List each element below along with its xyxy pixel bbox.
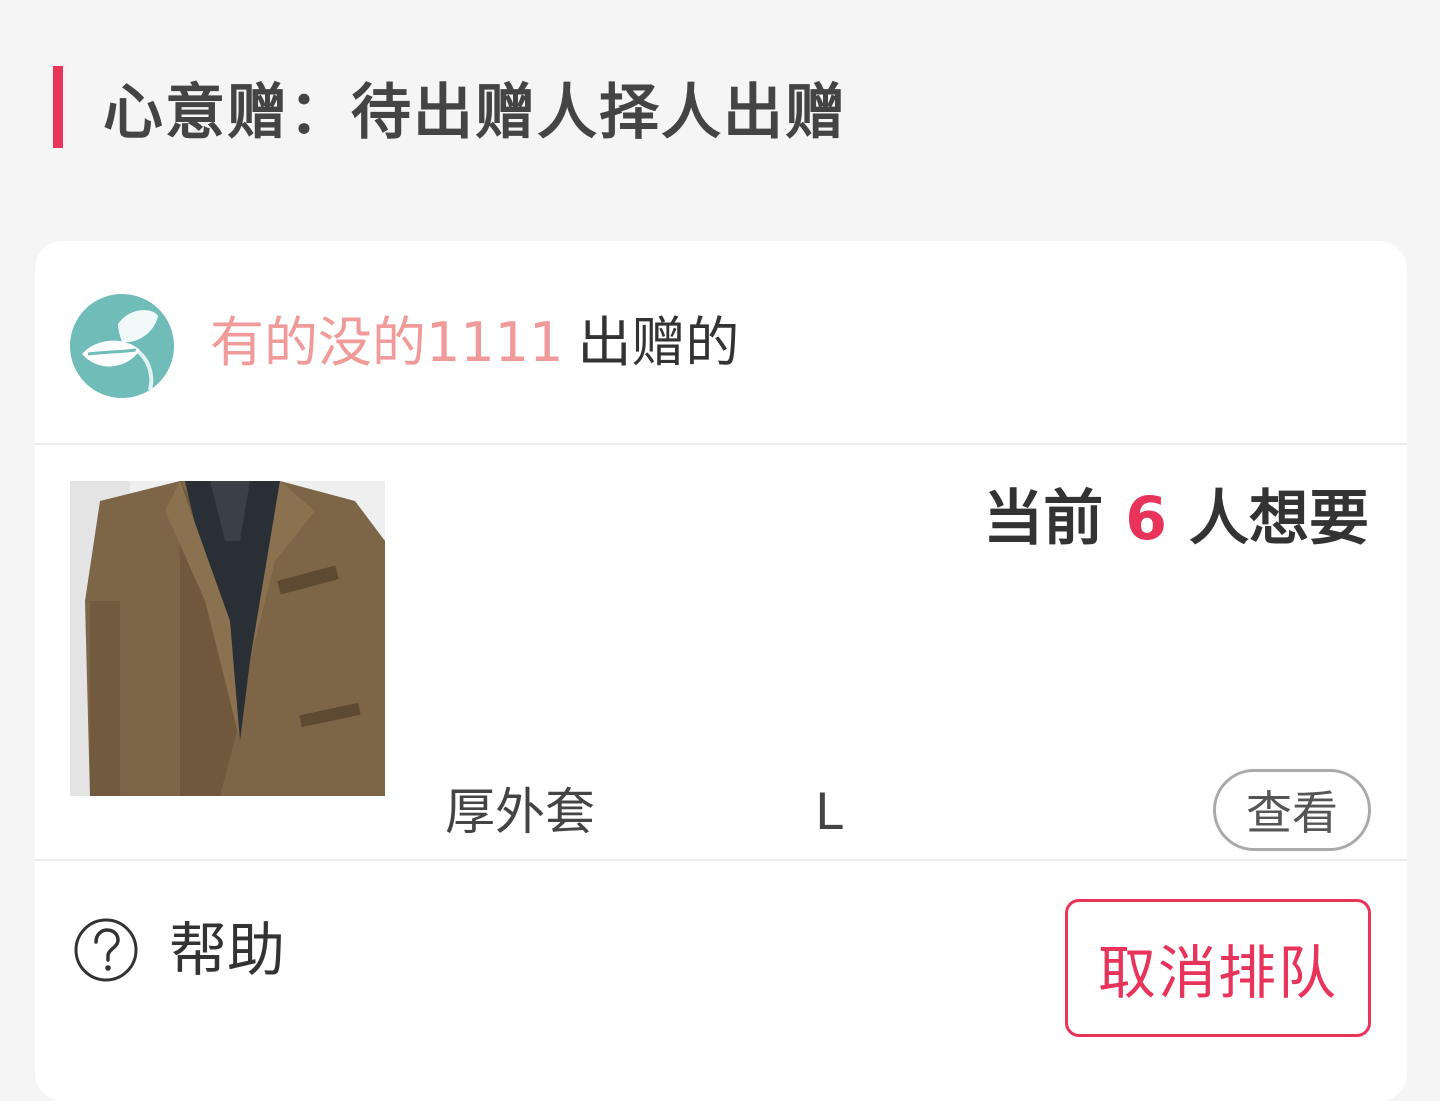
owner-text: 有的没的1111 出赠的 (210, 307, 739, 379)
section-header: 心意赠：待出赠人择人出赠 (53, 66, 847, 148)
help-label: 帮助 (169, 916, 286, 984)
footer-row: 帮助 取消排队 (35, 861, 1407, 1061)
jacket-photo[interactable] (70, 481, 385, 796)
help-link[interactable]: 帮助 (73, 917, 285, 983)
want-count: 当前 6 人想要 (983, 481, 1369, 557)
gift-card: 有的没的1111 出赠的 当前 6 人想要 厚外套 L 查看 帮助 取消排队 (35, 241, 1407, 1101)
question-circle-icon (74, 918, 138, 982)
want-prefix: 当前 (983, 484, 1104, 554)
item-size: L (815, 783, 843, 841)
want-suffix: 人想要 (1189, 484, 1369, 554)
item-row: 当前 6 人想要 厚外套 L 查看 (35, 445, 1407, 861)
owner-row: 有的没的1111 出赠的 (35, 241, 1407, 445)
accent-bar (53, 66, 63, 148)
leaf-avatar-icon[interactable] (70, 294, 174, 398)
owner-suffix: 出赠的 (577, 311, 740, 374)
item-name: 厚外套 (445, 783, 595, 841)
cancel-queue-button[interactable]: 取消排队 (1065, 899, 1371, 1037)
want-number: 6 (1125, 484, 1167, 554)
page-title: 心意赠：待出赠人择人出赠 (103, 77, 847, 148)
owner-name-link[interactable]: 有的没的1111 (210, 311, 563, 374)
view-button[interactable]: 查看 (1213, 769, 1371, 851)
